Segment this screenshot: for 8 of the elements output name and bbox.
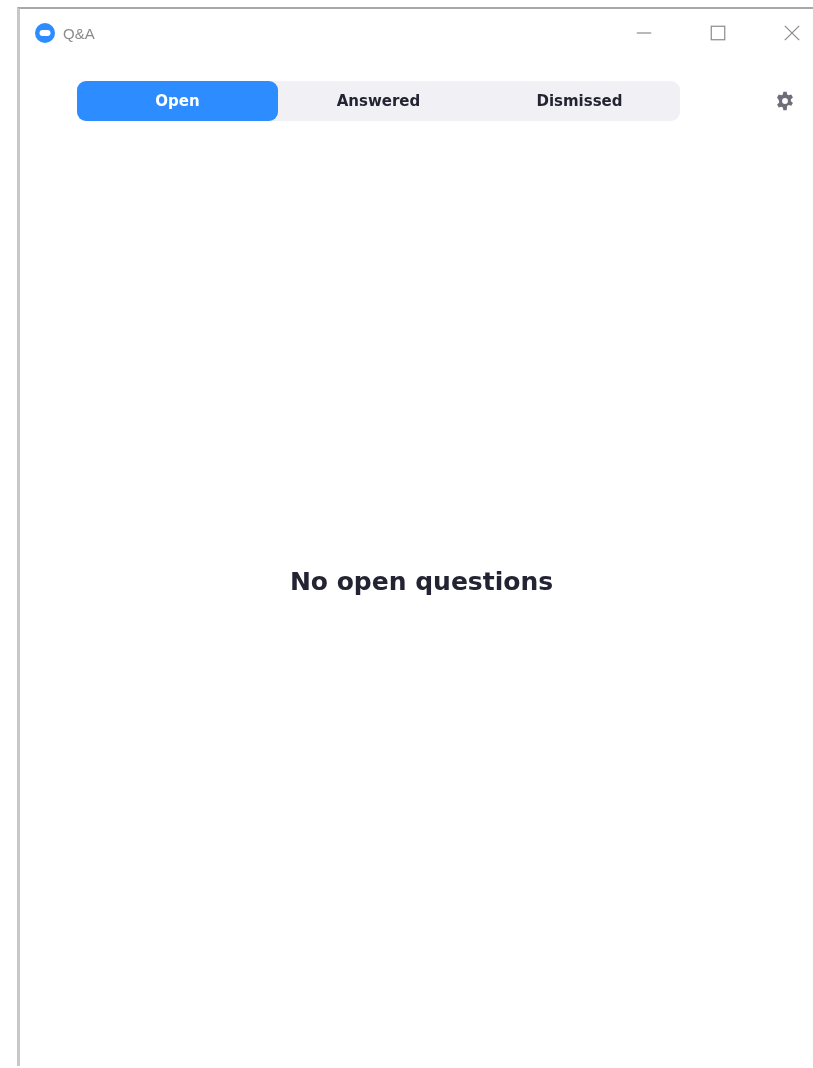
settings-icon[interactable] (775, 91, 795, 111)
maximize-icon[interactable] (709, 24, 727, 42)
tab[interactable]: Answered (278, 81, 479, 121)
tab[interactable]: Dismissed (479, 81, 680, 121)
close-icon[interactable] (783, 24, 801, 42)
window-title: Q&A (63, 24, 95, 42)
empty-state-message: No open questions (289, 567, 554, 596)
app-logo-icon (35, 23, 55, 43)
